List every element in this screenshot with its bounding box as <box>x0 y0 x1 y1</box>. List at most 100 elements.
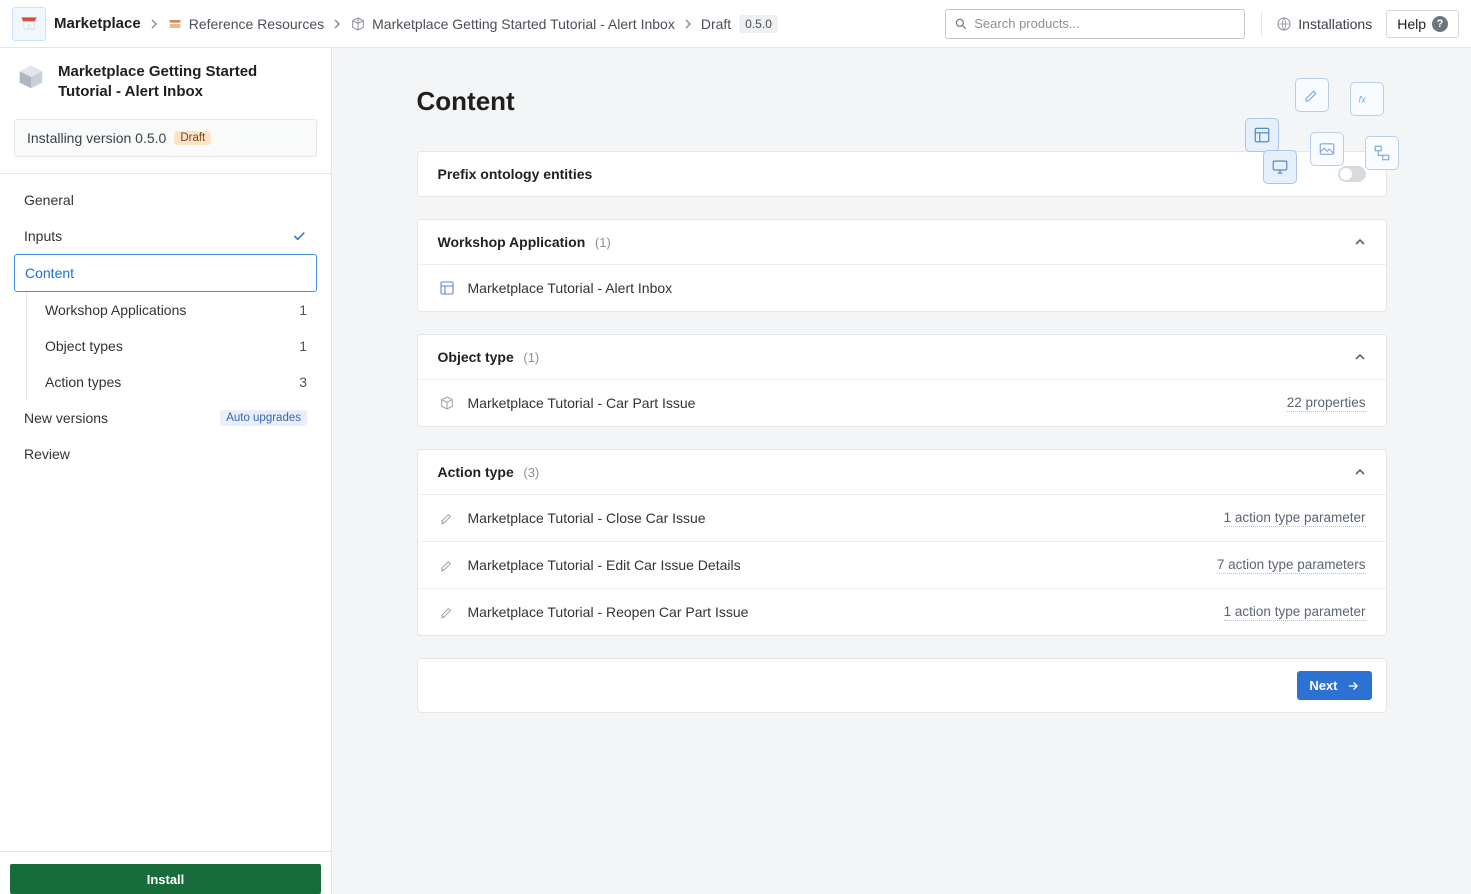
subnav-workshop-applications[interactable]: Workshop Applications 1 <box>27 292 317 328</box>
subnav-action-types[interactable]: Action types 3 <box>27 364 317 400</box>
sidebar: Marketplace Getting Started Tutorial - A… <box>0 48 332 894</box>
subnav-label: Object types <box>45 338 123 354</box>
breadcrumb-draft[interactable]: Draft <box>701 16 731 32</box>
main-content: fx Content Prefix ontology entities <box>332 48 1471 894</box>
subnav-count: 1 <box>299 302 307 318</box>
parameters-link[interactable]: 1 action type parameter <box>1224 510 1366 527</box>
breadcrumb-reference-resources[interactable]: Reference Resources <box>167 16 324 32</box>
breadcrumb-label: Draft <box>701 16 731 32</box>
installing-version-box: Installing version 0.5.0 Draft <box>14 119 317 157</box>
list-item[interactable]: Marketplace Tutorial - Close Car Issue 1… <box>418 494 1386 541</box>
version-pill: 0.5.0 <box>739 15 778 33</box>
list-item[interactable]: Marketplace Tutorial - Reopen Car Part I… <box>418 588 1386 635</box>
search-input[interactable] <box>974 16 1236 31</box>
monitor-icon <box>1263 150 1297 184</box>
chevron-right-icon <box>149 19 159 29</box>
item-label: Marketplace Tutorial - Edit Car Issue De… <box>468 557 741 573</box>
help-icon: ? <box>1432 16 1448 32</box>
nav-label: General <box>24 192 74 208</box>
action-type-section: Action type (3) Marketplace Tutorial - C… <box>417 449 1387 636</box>
sidebar-header: Marketplace Getting Started Tutorial - A… <box>0 48 331 113</box>
item-label: Marketplace Tutorial - Car Part Issue <box>468 395 696 411</box>
chevron-up-icon <box>1354 351 1366 363</box>
marketplace-logo-button[interactable] <box>12 7 46 41</box>
list-item[interactable]: Marketplace Tutorial - Edit Car Issue De… <box>418 541 1386 588</box>
next-button-label: Next <box>1309 678 1337 693</box>
cube-icon <box>350 16 366 32</box>
install-button[interactable]: Install <box>10 864 321 894</box>
chevron-up-icon <box>1354 466 1366 478</box>
search-input-container[interactable] <box>945 9 1245 39</box>
section-count: (1) <box>595 235 611 250</box>
marketplace-icon <box>19 14 39 34</box>
image-icon <box>1310 132 1344 166</box>
subnav-object-types[interactable]: Object types 1 <box>27 328 317 364</box>
auto-upgrades-badge: Auto upgrades <box>220 410 307 426</box>
subnav-label: Workshop Applications <box>45 302 186 318</box>
list-item[interactable]: Marketplace Tutorial - Car Part Issue 22… <box>418 379 1386 426</box>
nav-general[interactable]: General <box>14 182 317 218</box>
section-title: Object type <box>438 349 514 365</box>
section-title: Action type <box>438 464 514 480</box>
workshop-section: Workshop Application (1) Marketplace Tut… <box>417 219 1387 312</box>
nav-content[interactable]: Content <box>14 254 317 292</box>
hero-illustration: fx <box>1235 78 1425 188</box>
application-icon <box>438 279 456 297</box>
section-count: (1) <box>523 350 539 365</box>
prefix-ontology-toggle[interactable] <box>1338 166 1366 182</box>
action-section-header[interactable]: Action type (3) <box>418 450 1386 494</box>
item-label: Marketplace Tutorial - Alert Inbox <box>468 280 673 296</box>
footer-actions: Next <box>417 658 1387 713</box>
arrow-right-icon <box>1346 679 1360 693</box>
draft-badge: Draft <box>174 131 211 145</box>
nav-review[interactable]: Review <box>14 436 317 472</box>
properties-link[interactable]: 22 properties <box>1287 395 1366 412</box>
prefix-ontology-label: Prefix ontology entities <box>438 166 593 182</box>
installations-link[interactable]: Installations <box>1276 16 1372 32</box>
search-icon <box>954 17 968 31</box>
help-button[interactable]: Help ? <box>1386 10 1459 38</box>
app-icon <box>1245 118 1279 152</box>
action-icon <box>438 603 456 621</box>
nav-content-subnav: Workshop Applications 1 Object types 1 A… <box>26 292 317 400</box>
nav-new-versions[interactable]: New versions Auto upgrades <box>14 400 317 436</box>
breadcrumb-label: Reference Resources <box>189 16 324 32</box>
next-button[interactable]: Next <box>1297 671 1371 700</box>
divider <box>1261 12 1262 36</box>
edit-icon <box>1295 78 1329 112</box>
function-icon: fx <box>1350 82 1384 116</box>
check-icon <box>291 228 307 244</box>
nav-label: New versions <box>24 410 108 426</box>
section-title: Workshop Application <box>438 234 586 250</box>
workshop-section-header[interactable]: Workshop Application (1) <box>418 220 1386 264</box>
item-label: Marketplace Tutorial - Close Car Issue <box>468 510 706 526</box>
installing-text: Installing version 0.5.0 <box>27 130 166 146</box>
tree-icon <box>1365 136 1399 170</box>
section-count: (3) <box>523 465 539 480</box>
nav-label: Content <box>25 265 74 281</box>
object-section-header[interactable]: Object type (1) <box>418 335 1386 379</box>
action-icon <box>438 556 456 574</box>
sidebar-title: Marketplace Getting Started Tutorial - A… <box>58 62 315 103</box>
nav-label: Inputs <box>24 228 62 244</box>
stack-icon <box>167 16 183 32</box>
list-item[interactable]: Marketplace Tutorial - Alert Inbox <box>418 264 1386 311</box>
help-label: Help <box>1397 16 1426 32</box>
topbar: Marketplace Reference Resources Marketpl… <box>0 0 1471 48</box>
nav-label: Review <box>24 446 70 462</box>
parameters-link[interactable]: 7 action type parameters <box>1217 557 1366 574</box>
breadcrumb-product[interactable]: Marketplace Getting Started Tutorial - A… <box>350 16 675 32</box>
item-label: Marketplace Tutorial - Reopen Car Part I… <box>468 604 749 620</box>
package-icon <box>16 62 46 92</box>
object-type-section: Object type (1) Marketplace Tutorial - C… <box>417 334 1387 427</box>
globe-icon <box>1276 16 1292 32</box>
subnav-count: 1 <box>299 338 307 354</box>
svg-text:fx: fx <box>1359 94 1367 104</box>
parameters-link[interactable]: 1 action type parameter <box>1224 604 1366 621</box>
chevron-right-icon <box>683 19 693 29</box>
subnav-label: Action types <box>45 374 121 390</box>
installations-label: Installations <box>1298 16 1372 32</box>
breadcrumb-label: Marketplace Getting Started Tutorial - A… <box>372 16 675 32</box>
brand-label[interactable]: Marketplace <box>54 15 141 32</box>
nav-inputs[interactable]: Inputs <box>14 218 317 254</box>
